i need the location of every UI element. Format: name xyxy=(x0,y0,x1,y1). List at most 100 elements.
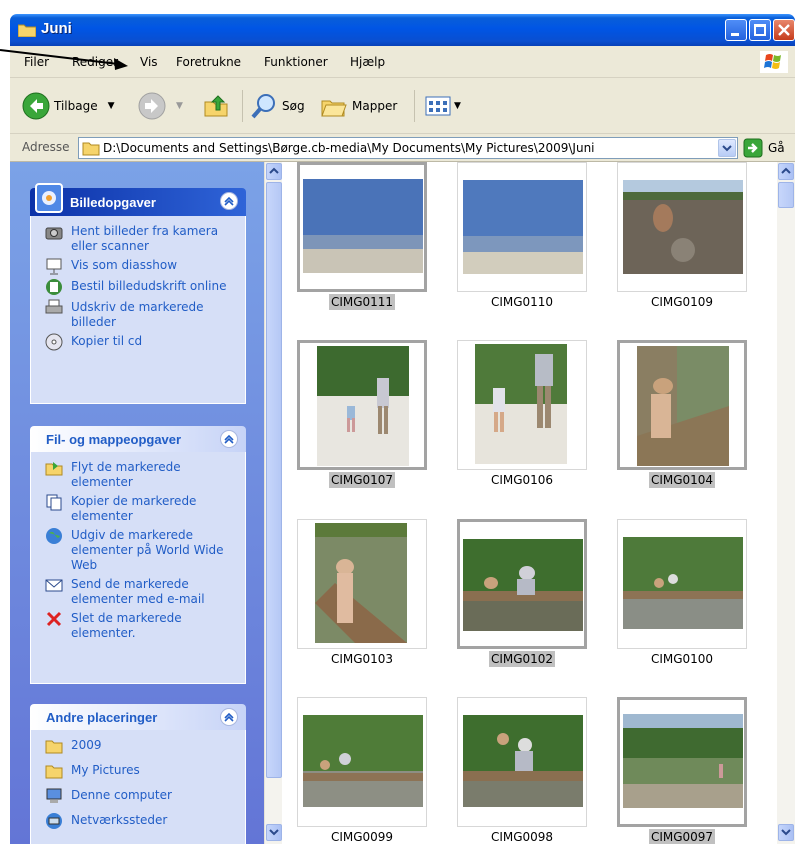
close-button[interactable] xyxy=(773,19,795,41)
scroll-thumb[interactable] xyxy=(778,182,794,208)
task-import-camera[interactable]: Hent billeder fra kamera eller scanner xyxy=(45,224,235,254)
address-input[interactable]: D:\Documents and Settings\Børge.cb-media… xyxy=(78,137,738,159)
picture-tasks-icon xyxy=(35,183,63,213)
thumbnail-item[interactable]: CIMG0109 xyxy=(617,162,747,312)
folders-button[interactable]: Mapper xyxy=(320,92,397,120)
thumbnail-item[interactable]: CIMG0098 xyxy=(457,697,587,844)
email-icon xyxy=(45,579,63,592)
other-places-header[interactable]: Andre placeringer xyxy=(30,704,246,730)
photo-rocks xyxy=(623,180,743,274)
thumbnail-label: CIMG0110 xyxy=(490,295,554,309)
folders-icon xyxy=(321,100,347,117)
menu-view[interactable]: Vis xyxy=(140,55,158,69)
thumbnail-item[interactable]: CIMG0097 xyxy=(617,697,747,844)
up-folder-icon xyxy=(204,95,228,117)
picture-tasks-header[interactable]: Billedopgaver xyxy=(30,183,246,216)
thumbnail-item[interactable]: CIMG0103 xyxy=(297,519,427,669)
network-icon xyxy=(46,813,62,829)
thumbnail-frame xyxy=(617,697,747,827)
back-button[interactable]: Tilbage ▼ xyxy=(22,92,115,120)
thumbnail-item[interactable]: CIMG0106 xyxy=(457,340,587,490)
thumbnail-item[interactable]: CIMG0100 xyxy=(617,519,747,669)
annotation-arrow xyxy=(0,49,128,70)
views-button[interactable]: ▼ xyxy=(424,92,461,120)
back-dropdown-icon[interactable]: ▼ xyxy=(108,101,115,111)
thumbnail-item[interactable]: CIMG0111 xyxy=(297,162,427,312)
task-delete[interactable]: Slet de markerede elementer. xyxy=(45,611,235,641)
maximize-button[interactable] xyxy=(749,19,771,41)
collapse-button[interactable] xyxy=(220,192,238,210)
delete-icon xyxy=(46,611,62,627)
chevron-down-icon xyxy=(722,145,732,152)
chevron-up-icon xyxy=(269,167,279,174)
back-arrow-icon xyxy=(22,92,50,120)
thumbnail-frame xyxy=(297,340,427,470)
picture-tasks-title: Billedopgaver xyxy=(70,195,156,210)
printer-icon xyxy=(45,299,63,314)
place-network[interactable]: Netværkssteder xyxy=(45,813,235,830)
chevron-down-icon xyxy=(781,829,791,836)
thumbnail-item[interactable]: CIMG0099 xyxy=(297,697,427,844)
file-tasks-panel: Fil- og mappeopgaver Flyt de markerede e… xyxy=(30,426,246,684)
task-send-email[interactable]: Send de markerede elementer med e-mail xyxy=(45,577,235,607)
other-places-title: Andre placeringer xyxy=(46,710,158,725)
scroll-up-button[interactable] xyxy=(778,163,794,180)
scroll-thumb[interactable] xyxy=(266,182,282,778)
task-pane-scrollbar[interactable] xyxy=(264,162,282,844)
place-my-computer[interactable]: Denne computer xyxy=(45,788,235,805)
address-bar: Adresse D:\Documents and Settings\Børge.… xyxy=(10,134,795,162)
thumbnail-label: CIMG0111 xyxy=(328,294,396,310)
chevron-up-icon xyxy=(224,712,234,722)
folder-icon xyxy=(45,740,63,754)
copy-icon xyxy=(46,494,62,511)
thumbnail-scrollbar[interactable] xyxy=(777,162,795,844)
scroll-down-button[interactable] xyxy=(778,824,794,841)
views-icon xyxy=(425,96,451,116)
task-print-selected[interactable]: Udskriv de markerede billeder xyxy=(45,299,235,330)
minimize-button[interactable] xyxy=(725,19,747,41)
file-tasks-header[interactable]: Fil- og mappeopgaver xyxy=(30,426,246,452)
picture-tasks-panel: Billedopgaver Hent billeder fra kamera e… xyxy=(30,183,246,404)
scroll-down-button[interactable] xyxy=(266,824,282,841)
task-move[interactable]: Flyt de markerede elementer xyxy=(45,460,235,490)
thumbnail-item[interactable]: CIMG0107 xyxy=(297,340,427,490)
forward-button[interactable]: ▼ xyxy=(138,92,183,120)
thumbnail-frame xyxy=(457,697,587,827)
thumbnail-view[interactable]: CIMG0111 CIMG0110 CIMG0109 CIMG0107 CIMG… xyxy=(283,162,777,844)
toolbar: Tilbage ▼ ▼ Søg Mapper ▼ xyxy=(10,78,795,134)
search-button[interactable]: Søg xyxy=(250,92,305,120)
file-tasks-title: Fil- og mappeopgaver xyxy=(46,432,182,447)
collapse-button[interactable] xyxy=(220,430,238,448)
menu-favorites[interactable]: Foretrukne xyxy=(176,55,241,69)
thumbnail-item[interactable]: CIMG0110 xyxy=(457,162,587,312)
thumbnail-item[interactable]: CIMG0104 xyxy=(617,340,747,490)
thumbnail-frame xyxy=(617,519,747,649)
thumbnail-label: CIMG0098 xyxy=(490,830,554,844)
thumbnail-frame xyxy=(617,162,747,292)
photo-beach xyxy=(303,179,423,273)
task-copy[interactable]: Kopier de markerede elementer xyxy=(45,494,235,524)
task-slideshow[interactable]: Vis som diasshow xyxy=(45,258,235,275)
address-dropdown-button[interactable] xyxy=(718,139,736,157)
menu-tools[interactable]: Funktioner xyxy=(264,55,328,69)
menu-help[interactable]: Hjælp xyxy=(350,55,385,69)
collapse-button[interactable] xyxy=(220,708,238,726)
thumbnail-frame xyxy=(297,519,427,649)
task-copy-cd[interactable]: Kopier til cd xyxy=(45,333,235,351)
go-label: Gå xyxy=(768,141,785,155)
windows-logo xyxy=(760,51,788,73)
web-publish-icon xyxy=(46,528,62,544)
task-order-prints[interactable]: Bestil billedudskrift online xyxy=(45,279,235,296)
forward-arrow-icon xyxy=(138,92,166,120)
go-button[interactable]: Gå xyxy=(743,138,785,158)
thumbnail-item[interactable]: CIMG0102 xyxy=(457,519,587,669)
place-my-pictures[interactable]: My Pictures xyxy=(45,763,235,780)
up-folder-button[interactable] xyxy=(202,92,230,120)
thumbnail-label: CIMG0104 xyxy=(648,472,716,488)
scroll-up-button[interactable] xyxy=(266,163,282,180)
thumbnail-frame xyxy=(297,162,427,292)
task-publish-web[interactable]: Udgiv de markerede elementer på World Wi… xyxy=(45,528,235,573)
cd-icon xyxy=(45,333,63,351)
place-2009[interactable]: 2009 xyxy=(45,738,235,755)
computer-icon xyxy=(46,788,62,803)
